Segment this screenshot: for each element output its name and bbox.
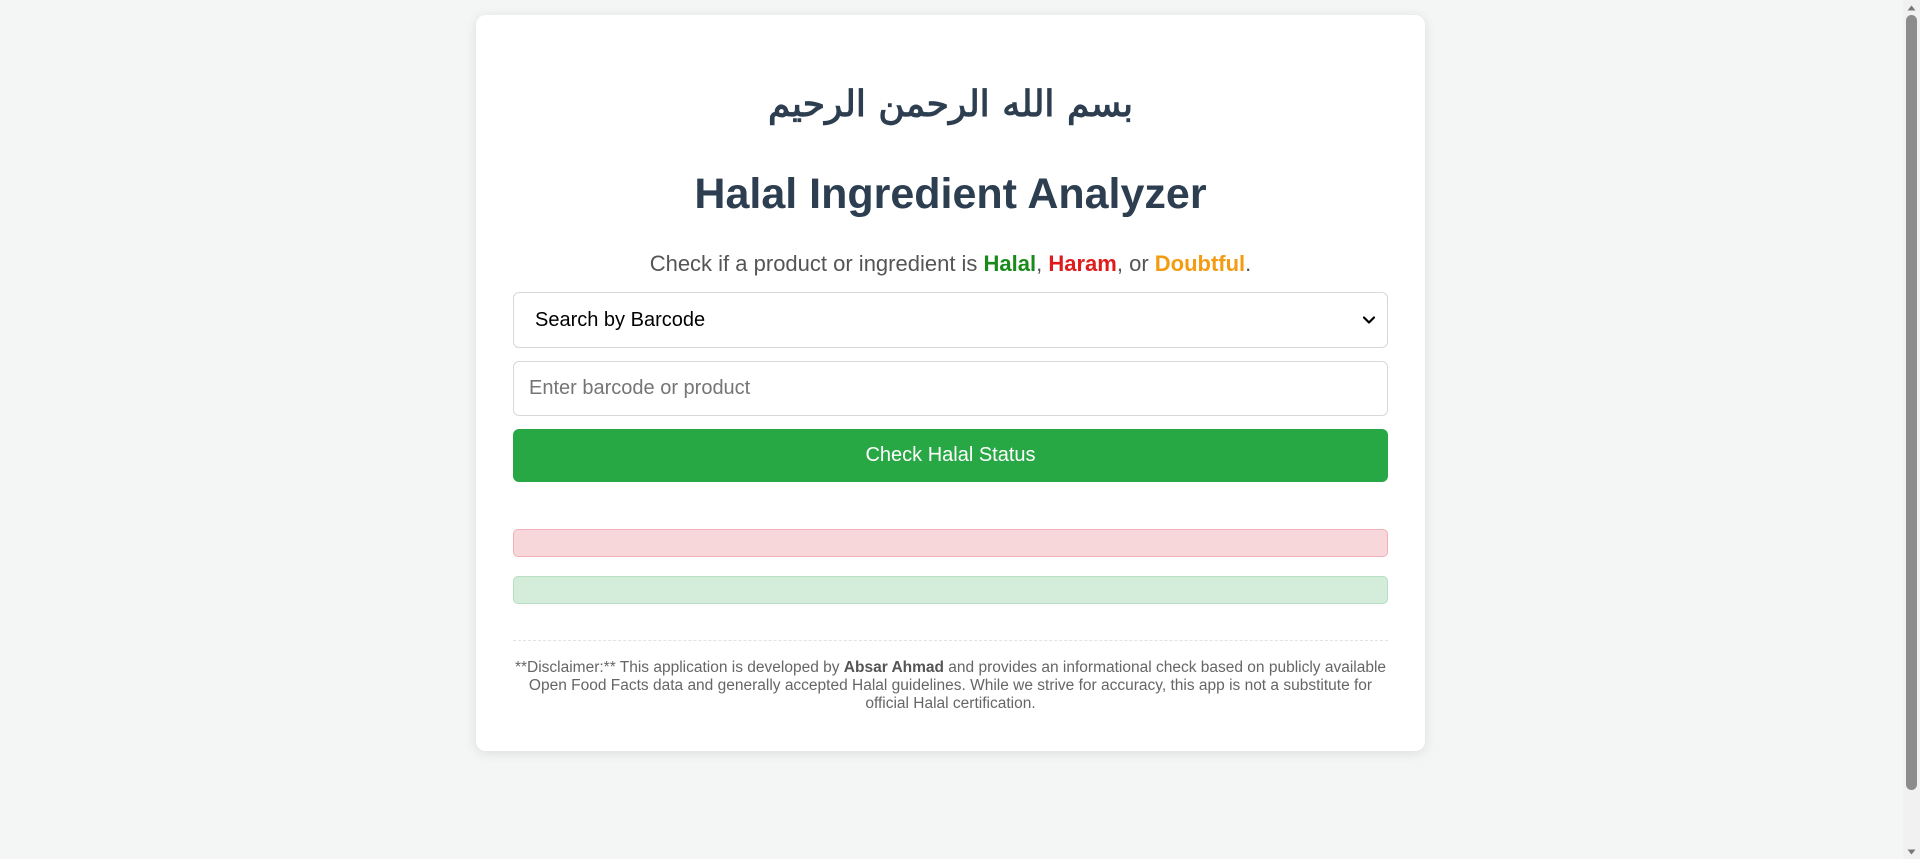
subtitle-prefix: Check if a product or ingredient is — [649, 251, 984, 276]
subtitle-suffix: . — [1245, 251, 1252, 276]
disclaimer-author: Absar Ahmad — [843, 659, 944, 676]
check-halal-status-button[interactable]: Check Halal Status — [513, 429, 1388, 482]
scroll-down-arrow-icon[interactable] — [1903, 844, 1920, 859]
error-message-box — [513, 529, 1388, 557]
subtitle-sep-1: , — [1036, 251, 1049, 276]
scrollbar-thumb[interactable] — [1906, 15, 1917, 790]
halal-label: Halal — [983, 251, 1037, 276]
doubtful-label: Doubtful — [1154, 251, 1246, 276]
vertical-scrollbar[interactable] — [1903, 0, 1920, 859]
search-input[interactable] — [513, 361, 1388, 416]
subtitle-sep-2: , or — [1116, 251, 1155, 276]
haram-label: Haram — [1048, 251, 1117, 276]
analyzer-card: بسم الله الرحمن الرحيم Halal Ingredient … — [476, 15, 1425, 751]
subtitle: Check if a product or ingredient is Hala… — [476, 251, 1425, 277]
bismillah-heading: بسم الله الرحمن الرحيم — [767, 83, 1134, 125]
search-mode-select[interactable]: Search by Barcode — [513, 292, 1388, 348]
disclaimer: **Disclaimer:** This application is deve… — [513, 659, 1388, 713]
disclaimer-text-1: **Disclaimer:** This application is deve… — [514, 659, 844, 676]
chevron-down-icon — [1362, 316, 1376, 324]
search-mode-selected: Search by Barcode — [535, 308, 706, 331]
page-title: Halal Ingredient Analyzer — [694, 170, 1207, 218]
disclaimer-divider — [513, 640, 1388, 641]
success-message-box — [513, 576, 1388, 604]
scroll-up-arrow-icon[interactable] — [1903, 0, 1920, 15]
